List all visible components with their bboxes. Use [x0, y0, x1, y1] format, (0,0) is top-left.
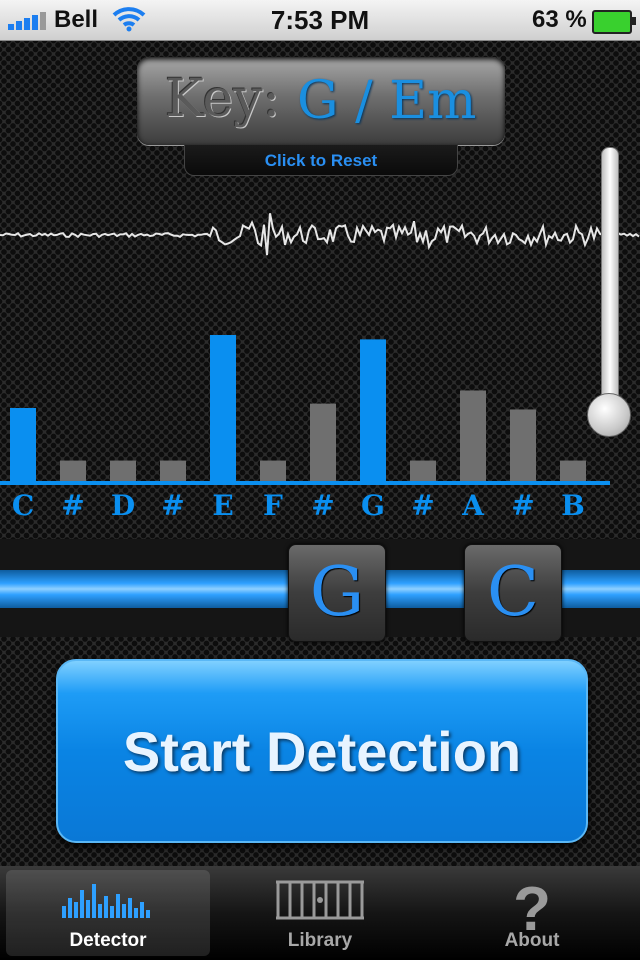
- note-label: #: [411, 489, 434, 521]
- chroma-bar: [210, 335, 236, 481]
- spectrum-icon: [62, 884, 150, 918]
- battery-icon: [592, 10, 636, 34]
- battery-percent: 63 %: [532, 6, 587, 33]
- reset-button[interactable]: Click to Reset: [184, 145, 458, 176]
- tab-about[interactable]: ? About: [430, 870, 634, 956]
- key-label: Key:: [165, 69, 281, 129]
- note-label: C: [12, 489, 34, 521]
- note-label: #: [61, 489, 84, 521]
- note-label: #: [311, 489, 334, 521]
- tab-library[interactable]: Library: [218, 870, 422, 956]
- note-label: #: [511, 489, 534, 521]
- note-label: #: [161, 489, 184, 521]
- chroma-bar: [260, 460, 286, 481]
- key-value: G / Em: [297, 71, 477, 131]
- chroma-bar: [360, 339, 386, 481]
- start-detection-label: Start Detection: [122, 720, 522, 783]
- chroma-bar: [310, 403, 336, 481]
- svg-text:?: ?: [513, 878, 551, 938]
- chroma-bar: [110, 460, 136, 481]
- tab-about-label: About: [504, 930, 560, 951]
- chroma-chart: C # D # E F # G # A # B: [0, 335, 610, 521]
- fretboard-icon: [276, 880, 364, 920]
- detector-panel: Key: G / Em Click to Reset C # D # E F # G # A # B …: [0, 41, 640, 866]
- note-label: G: [361, 489, 385, 521]
- chroma-bar: [10, 408, 36, 481]
- tab-detector[interactable]: Detector: [6, 870, 210, 956]
- chroma-bar: [60, 460, 86, 481]
- note-label: F: [263, 489, 283, 521]
- key-display[interactable]: Key: G / Em: [137, 57, 505, 145]
- chroma-bar: [560, 460, 586, 481]
- chroma-bar: [160, 460, 186, 481]
- status-bar: Bell 7:53 PM 63 %: [0, 0, 640, 41]
- tab-detector-label: Detector: [69, 930, 147, 951]
- note-label: B: [561, 489, 585, 521]
- tab-library-label: Library: [287, 930, 353, 951]
- audio-waveform: [0, 213, 640, 256]
- note-label: E: [212, 489, 233, 521]
- current-chord: G: [288, 544, 386, 642]
- chroma-bar: [510, 409, 536, 481]
- note-label: A: [461, 489, 485, 521]
- question-icon: ?: [513, 878, 551, 938]
- start-detection-button[interactable]: Start Detection: [56, 659, 588, 843]
- next-chord: C: [464, 544, 562, 642]
- chroma-axis: [0, 481, 610, 485]
- note-label: D: [111, 489, 135, 521]
- tab-bar: Detector Library ? About: [0, 866, 640, 960]
- chroma-bar: [460, 390, 486, 481]
- chroma-bar: [410, 460, 436, 481]
